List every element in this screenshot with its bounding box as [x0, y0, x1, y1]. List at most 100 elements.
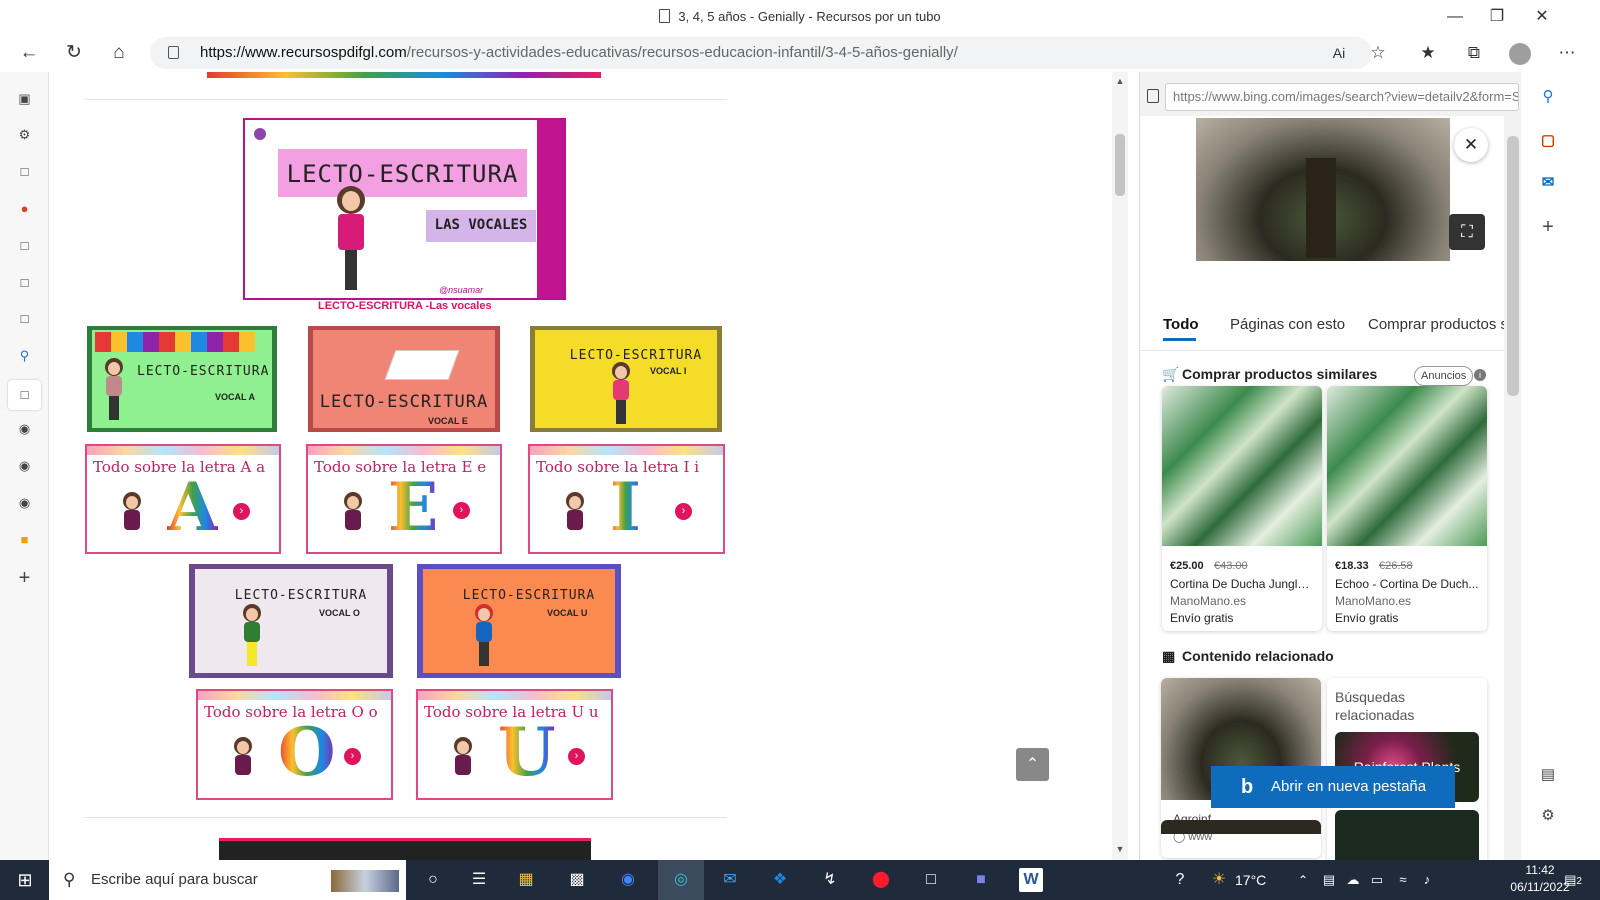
card-vocal-u[interactable]: LECTO-ESCRITURA VOCAL U: [417, 564, 621, 678]
todo-letter-e[interactable]: Todo sobre la letra E e E ›: [306, 444, 502, 554]
profile-avatar[interactable]: [1504, 38, 1536, 68]
help-icon[interactable]: ?: [1167, 868, 1193, 892]
tab-page-icon-4[interactable]: □: [14, 308, 35, 329]
wifi-icon[interactable]: ≈: [1390, 868, 1416, 892]
teams-icon[interactable]: ■: [968, 868, 994, 892]
tab-powerpoint-icon[interactable]: ●: [14, 198, 35, 219]
go-arrow-icon[interactable]: ›: [568, 748, 585, 765]
tab-favicon-1[interactable]: ⚙: [14, 124, 35, 145]
battery-icon[interactable]: ▭: [1364, 868, 1390, 892]
tab-todo[interactable]: Todo: [1163, 316, 1199, 333]
go-arrow-icon[interactable]: ›: [675, 503, 692, 520]
visual-search-icon[interactable]: ⛶: [1449, 214, 1485, 250]
product-card-2[interactable]: €18.33 €26.58 Echoo - Cortina De Duch...…: [1327, 386, 1487, 631]
tab-active-underline: [1163, 338, 1196, 341]
tab-blogger-icon[interactable]: ■: [14, 529, 35, 550]
tab-favicon-c3[interactable]: ◉: [14, 492, 35, 513]
tab-favicon-c1[interactable]: ◉: [14, 418, 35, 439]
notepad-icon[interactable]: □: [918, 868, 944, 892]
close-window-button[interactable]: ✕: [1527, 6, 1557, 28]
temperature[interactable]: 17°C: [1235, 872, 1266, 888]
search-icon[interactable]: ⚲: [1537, 86, 1559, 108]
tab-page-icon-1[interactable]: □: [14, 161, 35, 182]
add-icon[interactable]: +: [1537, 216, 1559, 238]
card-vocal-o[interactable]: LECTO-ESCRITURA VOCAL O: [189, 564, 393, 678]
tab-page-icon-2[interactable]: □: [14, 235, 35, 256]
tab-page-icon-3[interactable]: □: [14, 272, 35, 293]
dropbox-icon[interactable]: ❖: [767, 868, 793, 892]
maximize-button[interactable]: ❐: [1482, 6, 1512, 28]
tray-app-icon[interactable]: ▤: [1316, 868, 1342, 892]
page-scrollbar[interactable]: ▲ ▼: [1112, 72, 1128, 860]
taskbar-search-box[interactable]: ⚲ Escribe aquí para buscar: [49, 860, 406, 900]
card-vocal-u-title: LECTO-ESCRITURA: [462, 588, 596, 603]
office-icon[interactable]: ▢: [1537, 130, 1559, 152]
tab-comprar[interactable]: Comprar productos s: [1368, 316, 1508, 333]
related-chip-2[interactable]: [1335, 810, 1479, 860]
tab-favicon-c2[interactable]: ◉: [14, 455, 35, 476]
side-panel-url[interactable]: https://www.bing.com/images/search?view=…: [1165, 83, 1519, 111]
side-panel-scroll-thumb[interactable]: [1507, 136, 1519, 396]
card-vocal-a[interactable]: LECTO-ESCRITURA VOCAL A: [87, 326, 277, 432]
go-arrow-icon[interactable]: ›: [453, 502, 470, 519]
browser-toolbar: ← ↻ ⌂ https://www.recursospdifgl.com/rec…: [0, 34, 1600, 72]
open-new-tab-button[interactable]: b Abrir en nueva pestaña: [1211, 766, 1455, 808]
info-icon[interactable]: i: [1474, 369, 1486, 381]
close-icon[interactable]: ✕: [1454, 128, 1488, 162]
task-view-icon[interactable]: ☰: [466, 868, 492, 892]
store-icon[interactable]: ▩: [564, 868, 590, 892]
tab-page-active[interactable]: □: [8, 380, 41, 410]
home-button[interactable]: ⌂: [103, 38, 135, 68]
word-icon[interactable]: W: [1019, 868, 1043, 892]
todo-letter-u[interactable]: Todo sobre la letra U u U ›: [416, 689, 613, 800]
outlook-icon[interactable]: ✉: [1537, 172, 1559, 194]
edge-icon[interactable]: ◎: [658, 860, 704, 900]
todo-letter-i[interactable]: Todo sobre la letra I i I ›: [528, 444, 725, 554]
todo-letter-a[interactable]: Todo sobre la letra A a A ›: [85, 444, 281, 554]
product-card-1[interactable]: €25.00 €43.00 Cortina De Ducha Jungle ..…: [1162, 386, 1322, 631]
scroll-to-top-button[interactable]: ⌃: [1016, 748, 1049, 781]
product-1-name: Cortina De Ducha Jungle ...: [1170, 577, 1316, 591]
add-favorite-icon[interactable]: ☆: [1362, 38, 1394, 68]
minimize-button[interactable]: —: [1440, 6, 1470, 28]
side-panel-scrollbar[interactable]: [1504, 116, 1521, 860]
ads-badge[interactable]: Anuncios: [1414, 366, 1474, 386]
tray-chevron-icon[interactable]: ⌃: [1290, 868, 1316, 892]
mail-icon[interactable]: ✉: [717, 868, 743, 892]
windows-start-icon[interactable]: ⊞: [12, 868, 38, 892]
read-aloud-icon[interactable]: Aі: [1323, 38, 1355, 68]
related-card-3[interactable]: [1161, 820, 1321, 834]
volume-icon[interactable]: ♪: [1414, 868, 1440, 892]
hide-sidebar-icon[interactable]: ▤: [1537, 764, 1559, 786]
more-options-icon[interactable]: ⋯: [1551, 38, 1583, 68]
back-button[interactable]: ←: [13, 38, 45, 68]
weather-icon[interactable]: ☀: [1206, 868, 1232, 892]
hero-caption[interactable]: LECTO-ESCRITURA -Las vocales: [318, 300, 492, 312]
scroll-up-arrow[interactable]: ▲: [1112, 76, 1128, 86]
chrome-icon[interactable]: ◉: [615, 868, 641, 892]
new-tab-icon[interactable]: +: [14, 568, 35, 589]
notification-icon[interactable]: ▤2: [1560, 868, 1586, 892]
onedrive-icon[interactable]: ☁: [1340, 868, 1366, 892]
hero-thumbnail[interactable]: LECTO-ESCRITURA LAS VOCALES @nsuamar: [243, 118, 566, 300]
card-vocal-i[interactable]: LECTO-ESCRITURA VOCAL I: [530, 326, 722, 432]
todo-letter-o[interactable]: Todo sobre la letra O o O ›: [196, 689, 393, 800]
tab-actions-icon[interactable]: ▣: [14, 88, 35, 109]
search-image[interactable]: [1196, 118, 1450, 261]
refresh-button[interactable]: ↻: [58, 38, 90, 68]
app-lightning-icon[interactable]: ↯: [817, 868, 843, 892]
scroll-thumb[interactable]: [1115, 134, 1125, 196]
scroll-down-arrow[interactable]: ▼: [1112, 844, 1128, 854]
opera-icon[interactable]: ⬤: [868, 868, 894, 892]
collections-icon[interactable]: ⧉: [1458, 38, 1490, 68]
favorites-icon[interactable]: ★: [1412, 38, 1444, 68]
cortana-icon[interactable]: ○: [420, 868, 446, 892]
go-arrow-icon[interactable]: ›: [344, 748, 361, 765]
tab-search-icon[interactable]: ⚲: [14, 345, 35, 366]
tab-paginas[interactable]: Páginas con esto: [1230, 316, 1345, 333]
card-vocal-e[interactable]: LECTO-ESCRITURA VOCAL E: [308, 326, 500, 432]
settings-icon[interactable]: ⚙: [1537, 805, 1559, 827]
file-explorer-icon[interactable]: ▦: [513, 868, 539, 892]
go-arrow-icon[interactable]: ›: [233, 503, 250, 520]
address-bar[interactable]: https://www.recursospdifgl.com/recursos-…: [150, 37, 1372, 69]
